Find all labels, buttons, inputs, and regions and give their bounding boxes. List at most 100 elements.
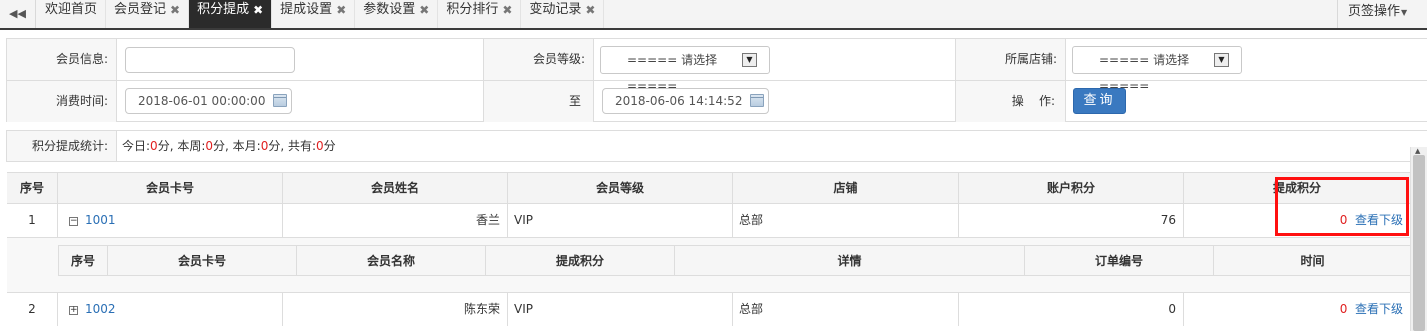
- tab-bar: ◀◀ 欢迎首页 会员登记 ✖ 积分提成 ✖ 提成设置 ✖ 参数设置 ✖ 积分排行…: [0, 0, 1427, 30]
- operation-label: 操 作:: [956, 81, 1066, 122]
- chevron-down-icon: ▼: [1214, 53, 1229, 67]
- row-points: 76: [959, 204, 1184, 237]
- stats-total-value: 0: [316, 139, 324, 153]
- close-icon[interactable]: ✖: [336, 1, 346, 19]
- tab-label: 变动记录: [529, 2, 582, 17]
- close-icon[interactable]: ✖: [585, 1, 595, 19]
- close-icon[interactable]: ✖: [253, 1, 263, 19]
- store-label: 所属店铺:: [956, 39, 1066, 80]
- row-commission: 0: [1339, 302, 1348, 316]
- close-icon[interactable]: ✖: [502, 1, 512, 19]
- column-header-index[interactable]: 序号: [7, 173, 58, 203]
- row-points: 0: [959, 293, 1184, 326]
- card-no-link[interactable]: 1001: [85, 213, 116, 227]
- sub-column-name[interactable]: 会员名称: [297, 246, 486, 275]
- close-icon[interactable]: ✖: [170, 1, 180, 19]
- stats-values: 今日:0分, 本周:0分, 本月:0分, 共有:0分: [122, 131, 336, 161]
- tab-change-records[interactable]: 变动记录 ✖: [521, 0, 605, 28]
- column-header-card-no[interactable]: 会员卡号: [58, 173, 283, 203]
- stats-week-label: 分, 本周:: [157, 139, 206, 153]
- stats-today-value: 0: [150, 139, 158, 153]
- start-time-input[interactable]: 2018-06-01 00:00:00: [125, 88, 292, 114]
- row-level: VIP: [508, 293, 733, 326]
- calendar-icon[interactable]: [750, 94, 764, 107]
- form-row: 消费时间: 2018-06-01 00:00:00 至 2018-06-06 1…: [7, 80, 1427, 122]
- tab-parameter-settings[interactable]: 参数设置 ✖: [355, 0, 439, 28]
- tab-label: 欢迎首页: [45, 2, 98, 17]
- scroll-up-icon[interactable]: ▲: [1415, 147, 1420, 155]
- member-level-select[interactable]: ===== 请选择 ===== ▼: [600, 46, 770, 93]
- to-label: 至: [484, 81, 594, 122]
- sub-column-index[interactable]: 序号: [59, 246, 108, 275]
- tab-member-register[interactable]: 会员登记 ✖: [106, 0, 190, 28]
- member-level-cell: ===== 请选择 ===== ▼: [594, 39, 956, 93]
- end-time-value: 2018-06-06 14:14:52: [615, 94, 743, 108]
- tab-label: 参数设置: [363, 2, 416, 17]
- tab-list: 欢迎首页 会员登记 ✖ 积分提成 ✖ 提成设置 ✖ 参数设置 ✖ 积分排行 ✖ …: [37, 0, 605, 28]
- time-label: 消费时间:: [7, 81, 117, 122]
- table-row[interactable]: 1 −1001 香兰 VIP 总部 76 0 查看下级: [7, 203, 1411, 237]
- member-info-cell: [117, 39, 484, 80]
- form-row: 会员信息: 会员等级: ===== 请选择 ===== ▼ 所属店铺: ====…: [7, 39, 1427, 93]
- store-select[interactable]: ===== 请选择 ===== ▼: [1072, 46, 1242, 93]
- column-header-points[interactable]: 账户积分: [959, 173, 1184, 203]
- tab-scroll-left-icon[interactable]: ◀◀: [0, 0, 36, 28]
- sub-column-order-no[interactable]: 订单编号: [1025, 246, 1214, 275]
- table-header: 序号 会员卡号 会员姓名 会员等级 店铺 账户积分 提成积分: [7, 172, 1411, 203]
- expand-icon[interactable]: +: [69, 306, 78, 315]
- tab-operations-label: 页签操作: [1348, 4, 1401, 19]
- tab-label: 提成设置: [280, 2, 333, 17]
- stats-today-label: 今日:: [122, 139, 151, 153]
- chevron-down-icon: ▼: [742, 53, 757, 67]
- stats-total-label: 分, 共有:: [268, 139, 317, 153]
- tab-points-commission[interactable]: 积分提成 ✖: [189, 0, 273, 28]
- operation-cell: 查询: [1066, 81, 1427, 122]
- sub-column-detail[interactable]: 详情: [675, 246, 1025, 275]
- commission-stats: 积分提成统计: 今日:0分, 本周:0分, 本月:0分, 共有:0分: [6, 130, 1427, 162]
- close-icon[interactable]: ✖: [419, 1, 429, 19]
- row-name: 陈东荣: [283, 293, 508, 326]
- scrollbar-thumb[interactable]: [1413, 155, 1425, 331]
- tab-commission-settings[interactable]: 提成设置 ✖: [272, 0, 356, 28]
- column-header-level[interactable]: 会员等级: [508, 173, 733, 203]
- stats-month-label: 分, 本月:: [213, 139, 261, 153]
- query-button[interactable]: 查询: [1073, 88, 1126, 114]
- tab-label: 积分排行: [446, 2, 499, 17]
- search-form: 会员信息: 会员等级: ===== 请选择 ===== ▼ 所属店铺: ====…: [6, 38, 1427, 122]
- end-time-input[interactable]: 2018-06-06 14:14:52: [602, 88, 769, 114]
- row-index: 2: [7, 293, 58, 326]
- row-level: VIP: [508, 204, 733, 237]
- vertical-scrollbar[interactable]: ▲: [1410, 147, 1427, 331]
- start-time-value: 2018-06-01 00:00:00: [138, 94, 266, 108]
- stats-unit: 分: [323, 139, 336, 153]
- calendar-icon[interactable]: [273, 94, 287, 107]
- row-index: 1: [7, 204, 58, 237]
- view-subordinates-link[interactable]: 查看下级: [1355, 302, 1403, 316]
- sub-column-time[interactable]: 时间: [1214, 246, 1411, 275]
- collapse-icon[interactable]: −: [69, 217, 78, 226]
- table-row[interactable]: 2 +1002 陈东荣 VIP 总部 0 0 查看下级: [7, 292, 1411, 326]
- stats-week-value: 0: [205, 139, 214, 153]
- member-info-label: 会员信息:: [7, 39, 117, 80]
- column-header-name[interactable]: 会员姓名: [283, 173, 508, 203]
- tab-operations-dropdown[interactable]: 页签操作▼: [1337, 0, 1427, 28]
- stats-label: 积分提成统计:: [7, 131, 117, 161]
- tab-home[interactable]: 欢迎首页: [37, 0, 107, 28]
- end-time-cell: 2018-06-06 14:14:52: [594, 81, 956, 122]
- row-store: 总部: [733, 204, 959, 237]
- row-card-no-cell: −1001: [58, 204, 283, 237]
- tab-label: 会员登记: [114, 2, 167, 17]
- row-store: 总部: [733, 293, 959, 326]
- sub-column-card-no[interactable]: 会员卡号: [108, 246, 297, 275]
- tab-points-ranking[interactable]: 积分排行 ✖: [438, 0, 522, 28]
- member-info-input[interactable]: [125, 47, 295, 73]
- sub-table-header: 序号 会员卡号 会员名称 提成积分 详情 订单编号 时间: [58, 245, 1411, 276]
- sub-column-commission[interactable]: 提成积分: [486, 246, 675, 275]
- row-name: 香兰: [283, 204, 508, 237]
- column-header-store[interactable]: 店铺: [733, 173, 959, 203]
- subordinate-panel: 序号 会员卡号 会员名称 提成积分 详情 订单编号 时间: [7, 237, 1411, 292]
- card-no-link[interactable]: 1002: [85, 302, 116, 316]
- store-cell: ===== 请选择 ===== ▼: [1066, 39, 1427, 93]
- row-commission-cell: 0 查看下级: [1184, 293, 1411, 326]
- caret-down-icon: ▼: [1401, 8, 1408, 17]
